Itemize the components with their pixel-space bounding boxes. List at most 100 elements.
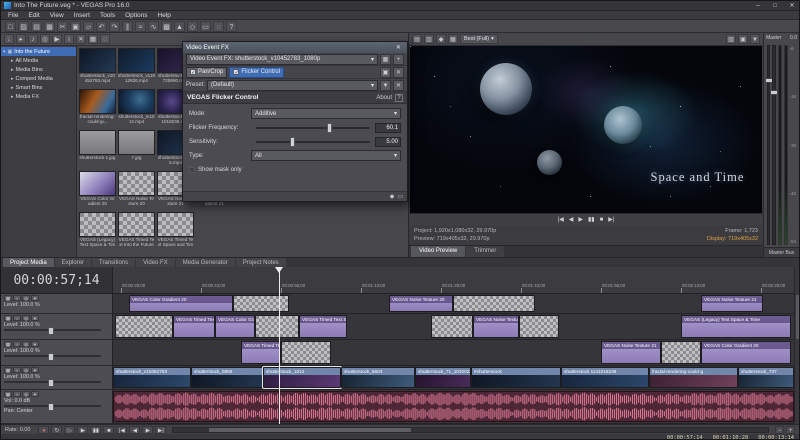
ignore-event-grouping-icon[interactable]: ▩ <box>161 21 172 32</box>
scrollbar-thumb[interactable] <box>209 428 411 432</box>
transparent-clip[interactable] <box>453 295 535 312</box>
envelope-edit-tool-icon[interactable]: ◇ <box>187 21 198 32</box>
enable-snapping-icon[interactable]: ∥ <box>122 21 133 32</box>
track-more-icon[interactable]: ▾ <box>31 367 39 373</box>
preview-media-icon[interactable]: ▶ <box>52 34 62 44</box>
track-solo-icon[interactable]: ◎ <box>22 315 30 321</box>
normal-edit-tool-icon[interactable]: ▲ <box>174 21 185 32</box>
sensitivity-slider[interactable] <box>256 141 370 143</box>
menu-options[interactable]: Options <box>120 11 152 19</box>
menu-view[interactable]: View <box>45 11 69 19</box>
track-volume-slider[interactable] <box>4 405 101 407</box>
track-more-icon[interactable]: ▾ <box>31 391 39 397</box>
time-ruler[interactable]: 00:00:28;0000:00:43;0000:00:58;0000:01:1… <box>113 267 794 294</box>
overlays-icon[interactable]: ▧ <box>726 34 736 44</box>
new-project-icon[interactable]: □ <box>5 21 16 32</box>
project-video-properties-icon[interactable]: ▤ <box>412 34 422 44</box>
transparent-clip[interactable] <box>115 315 173 338</box>
save-preset-icon[interactable]: ▼ <box>380 80 391 91</box>
keyframe-layout-icon[interactable]: ▭ <box>397 193 403 200</box>
preview-quality-dropdown[interactable]: Best (Full) ▾ <box>460 34 498 44</box>
paste-icon[interactable]: ▱ <box>83 21 94 32</box>
media-properties-icon[interactable]: i <box>64 34 74 44</box>
stop-button[interactable]: ■ <box>103 426 114 434</box>
about-link[interactable]: About <box>376 95 392 101</box>
video-event-clip[interactable]: fractal-rendering-could-g <box>649 367 738 388</box>
media-thumbnail-7-jpg[interactable]: 7.jpg <box>118 130 155 170</box>
generated-media-clip[interactable]: VEGAS Color Gradient 21 <box>215 315 255 338</box>
external-monitor-icon[interactable]: ▥ <box>424 34 434 44</box>
tab-trimmer[interactable]: Trimmer <box>466 246 504 257</box>
media-thumbnail-vegas-timed-text-space-and-time[interactable]: VEGAS Timed Text Space and Time <box>157 212 194 252</box>
dock-tab-project-media[interactable]: Project Media <box>3 258 54 267</box>
generated-media-clip[interactable]: VEGAS Noise Texture 21 <box>701 295 763 312</box>
dock-tab-video-fx[interactable]: Video FX <box>136 258 175 267</box>
fx-event-selector[interactable]: Video Event FX: shutterstock_v10452783_1… <box>186 54 378 65</box>
go-to-end-button[interactable]: ▶| <box>155 426 166 434</box>
auto-ripple-icon[interactable]: ≈ <box>135 21 146 32</box>
maximize-button[interactable]: □ <box>768 1 782 11</box>
selection-edit-tool-icon[interactable]: ▭ <box>200 21 211 32</box>
menu-help[interactable]: Help <box>153 11 176 19</box>
capture-video-icon[interactable]: ▸ <box>16 34 26 44</box>
lock-envelopes-icon[interactable]: ∿ <box>148 21 159 32</box>
fx-close-icon[interactable]: ✕ <box>393 44 404 51</box>
media-thumbnail-vegas-color-gradient-20[interactable]: VEGAS Color Gradient 20 <box>79 171 116 211</box>
undo-icon[interactable]: ↶ <box>96 21 107 32</box>
record-button[interactable]: ● <box>38 426 49 434</box>
dock-tab-explorer[interactable]: Explorer <box>55 258 91 267</box>
timeline-track-1[interactable]: VEGAS Color Gradient 20 VEGAS Noise Textu… <box>113 294 794 314</box>
go-to-start-button[interactable]: |◀ <box>116 426 127 434</box>
track-solo-icon[interactable]: ◎ <box>22 341 30 347</box>
audio-event-clip[interactable] <box>113 391 794 422</box>
preview-go-to-start-button[interactable]: |◀ <box>558 214 564 226</box>
slider-handle[interactable] <box>290 137 295 147</box>
redo-icon[interactable]: ↷ <box>109 21 120 32</box>
video-track-header-4[interactable]: ▦○◎▾Level: 100.0 % <box>1 366 112 390</box>
help-button[interactable]: ? <box>395 94 403 102</box>
video-track-header-3[interactable]: ▦○◎▾Level: 100.0 % <box>1 340 112 366</box>
track-solo-icon[interactable]: ◎ <box>22 367 30 373</box>
preset-dropdown[interactable]: (Default) ▾ <box>207 80 378 91</box>
video-output-fx-icon[interactable]: ◆ <box>436 34 446 44</box>
track-more-icon[interactable]: ▾ <box>31 315 39 321</box>
track-solo-icon[interactable]: ◎ <box>22 295 30 301</box>
zoom-out-button[interactable]: − <box>775 426 784 434</box>
media-thumbnail-vegas-noise-texture-20[interactable]: VEGAS Noise Texture 20 <box>118 171 155 211</box>
transparent-clip[interactable] <box>431 315 473 338</box>
preview-go-to-end-button[interactable]: ▶| <box>608 214 614 226</box>
menu-insert[interactable]: Insert <box>69 11 95 19</box>
generated-media-clip[interactable]: VEGAS Noise Texture 20 <box>389 295 453 312</box>
transparent-clip[interactable] <box>281 341 331 364</box>
prev-frame-button[interactable]: ◀ <box>129 426 140 434</box>
remove-media-icon[interactable]: ✕ <box>76 34 86 44</box>
dock-tab-project-notes[interactable]: Project Notes <box>236 258 286 267</box>
track-more-icon[interactable]: ▾ <box>31 295 39 301</box>
track-solo-icon[interactable]: ◎ <box>22 391 30 397</box>
track-fx-icon[interactable]: ▦ <box>4 315 12 321</box>
video-event-clip[interactable]: shutterstock_71_1032023 <box>415 367 471 388</box>
transparent-clip[interactable] <box>233 295 289 312</box>
master-bus-tab[interactable]: Master Bus <box>764 247 799 257</box>
track-mute-icon[interactable]: ○ <box>13 367 21 373</box>
plugin-checkbox[interactable]: ✓ <box>233 69 239 75</box>
generated-media-clip[interactable]: VEGAS Color Gradient 20 <box>129 295 233 312</box>
track-mute-icon[interactable]: ○ <box>13 341 21 347</box>
tree-item-media-fx[interactable]: ▸Media FX <box>1 92 76 101</box>
menu-file[interactable]: File <box>3 11 23 19</box>
frequency-slider[interactable] <box>256 127 370 129</box>
loop-playback-button[interactable]: ↻ <box>51 426 62 434</box>
track-level-slider[interactable] <box>4 381 101 383</box>
save-snapshot-icon[interactable]: ▼ <box>750 34 760 44</box>
timeline-track-2[interactable]: VEGAS Timed Text Into the FutureVEGAS Co… <box>113 314 794 340</box>
fader-handle[interactable] <box>770 90 778 95</box>
playhead-cursor[interactable] <box>279 267 280 424</box>
video-event-clip[interactable]: shutterstock_0855 <box>191 367 263 388</box>
video-track-header-2[interactable]: ▦○◎▾Level: 100.0 % <box>1 314 112 340</box>
plugin-checkbox[interactable]: ✓ <box>190 69 196 75</box>
remove-plugin-icon[interactable]: ✕ <box>393 67 404 78</box>
pause-button[interactable]: ▮▮ <box>90 426 101 434</box>
video-event-clip[interactable]: shutterstock_737 <box>738 367 794 388</box>
play-button[interactable]: ▶ <box>77 426 88 434</box>
save-project-icon[interactable]: ▤ <box>31 21 42 32</box>
